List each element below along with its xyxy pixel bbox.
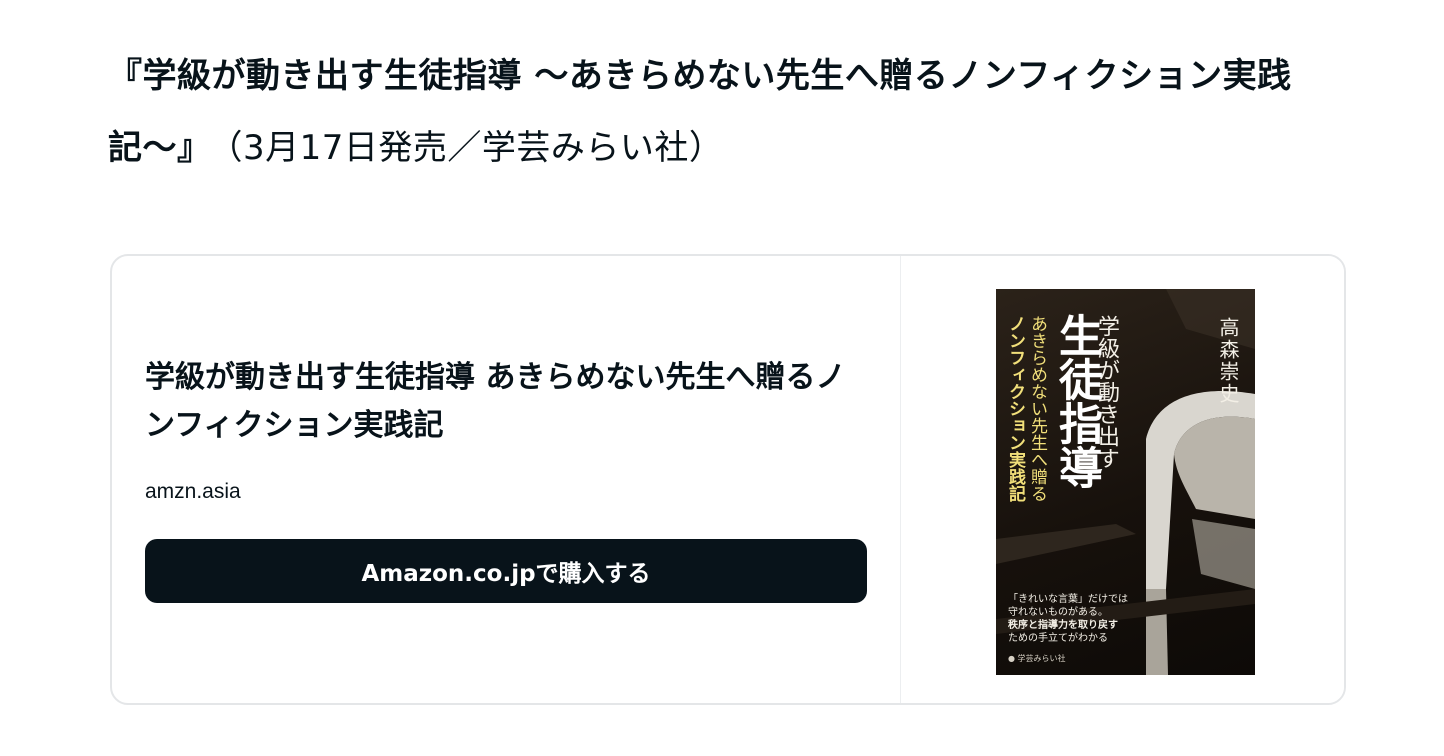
book-cover-image[interactable]: 高森崇史 学級が動き出す 生徒指導 あきらめない先生へ贈る ノンフィクション実践… [996,289,1255,675]
cover-subtitle-2: ノンフィクション実践記 [1005,315,1025,502]
cover-publisher-name: 学芸みらい社 [1017,654,1066,663]
cover-blurb-line: 守れないものがある。 [1008,607,1108,618]
card-domain: amzn.asia [145,480,241,503]
cover-blurb-line: 秩序と指導力を取り戻す [1008,620,1118,631]
post-headline: 『学級が動き出す生徒指導 〜あきらめない先生へ贈るノンフィクション実践記〜』 （3… [108,40,1358,184]
cover-publisher: ● 学芸みらい社 [1008,653,1066,664]
publisher-mark-icon: ● [1008,654,1015,663]
card-title[interactable]: 学級が動き出す生徒指導 あきらめない先生へ贈るノンフィクション実践記 [145,354,868,450]
link-preview-card[interactable]: 学級が動き出す生徒指導 あきらめない先生へ贈るノンフィクション実践記 amzn.… [110,254,1346,705]
cover-subtitle-1: あきらめない先生へ贈る [1027,315,1047,502]
release-info: （3月17日発売／学芸みらい社） [225,128,724,168]
cover-blurb-line: 「きれいな言葉」だけでは [1008,594,1128,605]
cover-title-big: 生徒指導 [1051,313,1102,489]
amazon-buy-button[interactable]: Amazon.co.jpで購入する [145,539,867,603]
cover-author: 高森崇史 [1216,317,1240,405]
cover-blurb-line: ための手立てがわかる [1008,633,1108,644]
card-image-section[interactable]: 高森崇史 学級が動き出す 生徒指導 あきらめない先生へ贈る ノンフィクション実践… [900,256,1344,703]
cover-blurb: 「きれいな言葉」だけでは 守れないものがある。 秩序と指導力を取り戻す ための手… [1008,593,1168,645]
card-text-section: 学級が動き出す生徒指導 あきらめない先生へ贈るノンフィクション実践記 amzn.… [112,256,900,703]
